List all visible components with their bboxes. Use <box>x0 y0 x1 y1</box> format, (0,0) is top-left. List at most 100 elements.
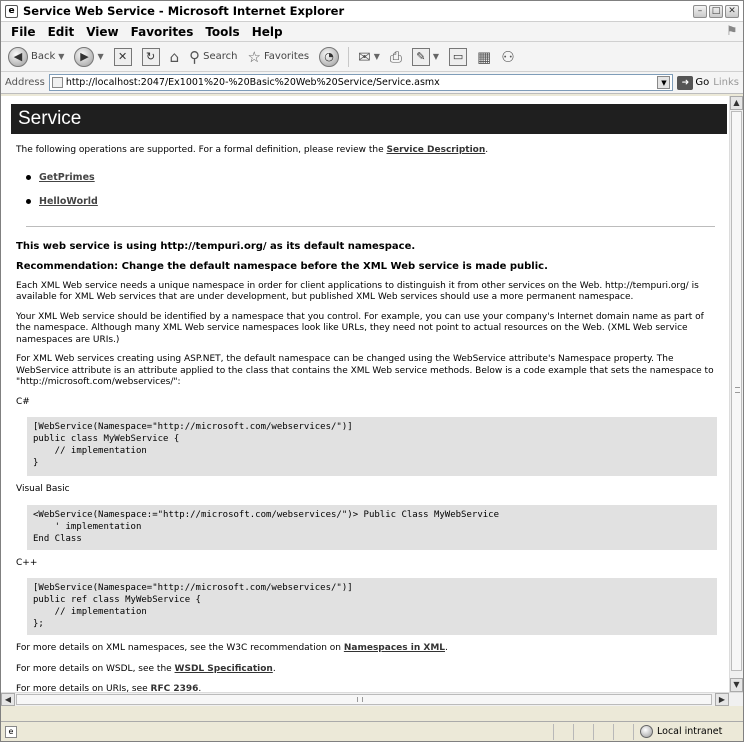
namespaces-in-xml-link[interactable]: Namespaces in XML <box>344 643 445 653</box>
vertical-scrollbar[interactable]: ▲ ▼ <box>729 96 743 692</box>
menu-bar: File Edit View Favorites Tools Help ⚑ <box>1 22 743 42</box>
chevron-down-icon: ▼ <box>97 52 104 61</box>
menu-favorites[interactable]: Favorites <box>125 25 200 39</box>
page-status-icon: e <box>5 725 17 738</box>
go-label: Go <box>695 77 710 88</box>
code-language-label: C++ <box>16 557 38 568</box>
toolbar: ◀ Back ▼ ▶ ▼ ✕ ↻ ⌂ ⚲ Search ☆ Favorites … <box>1 42 743 72</box>
refresh-button[interactable]: ↻ <box>139 46 163 68</box>
edit-button[interactable]: ✎ ▼ <box>409 46 442 68</box>
print-button[interactable]: ⎙ <box>387 46 405 68</box>
service-description-link[interactable]: Service Description <box>386 145 485 155</box>
more-details-uris: For more details on URIs, see RFC 2396. <box>16 684 202 692</box>
discuss-icon: ▭ <box>449 47 468 66</box>
page-icon <box>51 77 63 88</box>
security-zone[interactable]: Local intranet <box>633 723 743 740</box>
menu-edit[interactable]: Edit <box>42 25 81 39</box>
home-button[interactable]: ⌂ <box>167 46 183 68</box>
recommendation-heading: Recommendation: Change the default names… <box>16 261 548 272</box>
title-bar: e Service Web Service - Microsoft Intern… <box>1 1 743 22</box>
mail-icon: ✉ <box>358 47 371 66</box>
window-title: Service Web Service - Microsoft Internet… <box>23 4 345 18</box>
address-bar: Address http://localhost:2047/Ex1001%20-… <box>1 72 743 94</box>
minimize-icon[interactable]: – <box>693 4 707 18</box>
paragraph-aspnet-namespace: For XML Web services creating using ASP.… <box>16 354 714 387</box>
chevron-down-icon: ▼ <box>58 52 65 61</box>
stop-icon: ✕ <box>113 47 132 66</box>
links-button[interactable]: Links <box>713 77 739 88</box>
globe-icon <box>640 725 653 738</box>
print-icon: ⎙ <box>389 47 402 66</box>
list-item: GetPrimes <box>26 166 719 190</box>
scroll-right-icon[interactable]: ▶ <box>715 693 729 706</box>
close-icon[interactable]: ✕ <box>725 4 739 18</box>
page-title: Service <box>11 104 727 134</box>
scroll-up-icon[interactable]: ▲ <box>730 96 743 110</box>
scroll-thumb[interactable] <box>731 111 742 671</box>
code-language-label: C# <box>16 396 30 407</box>
bullet-icon <box>26 199 31 204</box>
scroll-thumb[interactable] <box>16 694 712 705</box>
edit-icon: ✎ <box>411 47 430 66</box>
menu-help[interactable]: Help <box>246 25 289 39</box>
paragraph-namespace-identity: Your XML Web service should be identifie… <box>16 311 704 345</box>
go-arrow-icon: ➜ <box>677 75 694 90</box>
list-item: HelloWorld <box>26 190 719 214</box>
search-button[interactable]: ⚲ Search <box>186 46 240 68</box>
operations-list: GetPrimes HelloWorld <box>16 166 719 214</box>
menu-file[interactable]: File <box>5 25 42 39</box>
scroll-left-icon[interactable]: ◀ <box>1 693 15 706</box>
go-button[interactable]: ➜ Go <box>677 75 710 90</box>
stop-button[interactable]: ✕ <box>111 46 135 68</box>
window-controls: – □ ✕ <box>693 4 739 18</box>
page-content: Service The following operations are sup… <box>1 96 729 692</box>
research-button[interactable]: ▦ <box>474 46 494 68</box>
more-details-namespaces: For more details on XML namespaces, see … <box>16 643 448 653</box>
messenger-button[interactable]: ⚇ <box>498 46 517 68</box>
mail-button[interactable]: ✉ ▼ <box>355 46 383 68</box>
address-label: Address <box>5 77 45 88</box>
namespace-heading: This web service is using http://tempuri… <box>16 240 416 252</box>
favorites-button[interactable]: ☆ Favorites <box>244 46 312 68</box>
maximize-icon[interactable]: □ <box>709 4 723 18</box>
operation-link-getprimes[interactable]: GetPrimes <box>39 172 95 184</box>
status-bar: e Local intranet <box>1 721 743 741</box>
divider <box>26 225 715 227</box>
address-input[interactable]: http://localhost:2047/Ex1001%20-%20Basic… <box>48 74 674 91</box>
operation-link-helloworld[interactable]: HelloWorld <box>39 196 98 208</box>
windows-logo-icon: ⚑ <box>727 23 737 39</box>
forward-arrow-icon: ▶ <box>74 46 95 67</box>
code-block-vb: <WebService(Namespace:="http://microsoft… <box>27 504 717 550</box>
zone-label: Local intranet <box>657 726 723 737</box>
code-block-csharp: [WebService(Namespace="http://microsoft.… <box>27 417 717 476</box>
ie-icon: e <box>5 4 18 18</box>
favorites-label: Favorites <box>263 51 310 62</box>
refresh-icon: ↻ <box>141 47 160 66</box>
discuss-button[interactable]: ▭ <box>446 46 470 68</box>
intro-paragraph: The following operations are supported. … <box>16 145 489 155</box>
address-url[interactable]: http://localhost:2047/Ex1001%20-%20Basic… <box>66 77 658 88</box>
back-label: Back <box>31 51 56 62</box>
page-viewport: Service The following operations are sup… <box>1 96 743 706</box>
search-label: Search <box>203 51 238 62</box>
research-icon: ▦ <box>477 47 492 66</box>
browser-window: e Service Web Service - Microsoft Intern… <box>0 0 744 742</box>
search-icon: ⚲ <box>189 47 201 66</box>
messenger-icon: ⚇ <box>501 47 515 66</box>
menu-tools[interactable]: Tools <box>199 25 245 39</box>
rfc-2396-link[interactable]: RFC 2396 <box>151 684 199 692</box>
bullet-icon <box>26 175 31 180</box>
scroll-down-icon[interactable]: ▼ <box>730 678 743 692</box>
history-button[interactable]: ◔ <box>316 45 342 69</box>
forward-button[interactable]: ▶ ▼ <box>71 45 106 69</box>
chevron-down-icon[interactable]: ▼ <box>657 76 671 89</box>
horizontal-scrollbar[interactable]: ◀ ▶ <box>1 692 743 706</box>
home-icon: ⌂ <box>169 47 180 66</box>
back-button[interactable]: ◀ Back ▼ <box>5 45 67 69</box>
menu-view[interactable]: View <box>80 25 124 39</box>
chevron-down-icon: ▼ <box>373 52 380 61</box>
chevron-down-icon: ▼ <box>432 52 440 61</box>
more-details-wsdl: For more details on WSDL, see the WSDL S… <box>16 663 276 674</box>
paragraph-namespace-unique: Each XML Web service needs a unique name… <box>16 280 699 303</box>
wsdl-specification-link[interactable]: WSDL Specification <box>175 664 273 674</box>
